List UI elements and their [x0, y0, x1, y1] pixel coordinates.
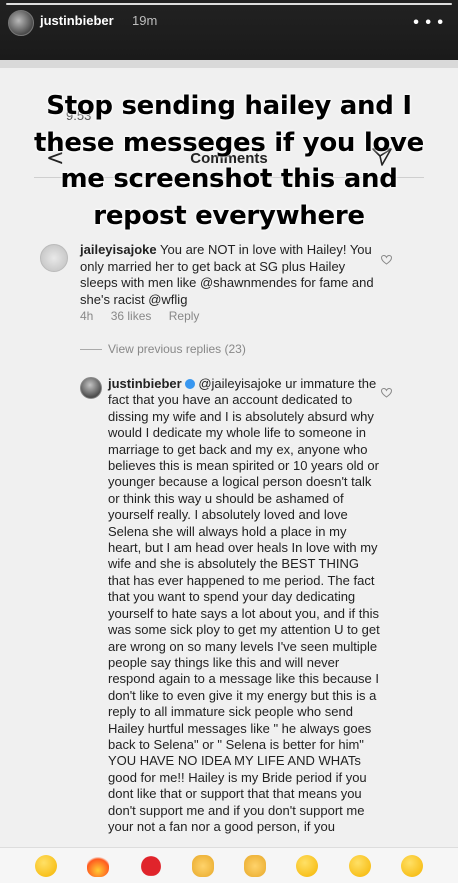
clap-emoji-icon[interactable] [244, 854, 267, 877]
story-timestamp: 19m [132, 13, 158, 28]
screenshot-top-shade [0, 60, 458, 68]
like-heart-icon[interactable] [381, 388, 392, 398]
heart-eyes-emoji-icon[interactable] [348, 854, 371, 877]
commenter-avatar[interactable] [40, 244, 68, 272]
view-previous-replies-link[interactable]: View previous replies (23) [108, 342, 246, 356]
face-emoji-icon[interactable] [35, 854, 58, 877]
divider [80, 349, 102, 350]
crying-face-emoji-icon[interactable] [296, 854, 319, 877]
like-heart-icon[interactable] [381, 255, 392, 265]
emoji-reaction-bar [0, 847, 458, 883]
comment-meta: 4h 36 likes Reply [80, 309, 213, 323]
raised-hands-emoji-icon[interactable] [191, 854, 214, 877]
comment-text: jaileyisajoke You are NOT in love with H… [80, 242, 376, 308]
comment-username[interactable]: jaileyisajoke [80, 242, 157, 257]
more-options-icon[interactable]: • • • [413, 14, 444, 32]
reply-button[interactable]: Reply [169, 309, 200, 323]
story-caption: Stop sending hailey and I these messeges… [33, 91, 425, 231]
reply-username[interactable]: justinbieber [108, 376, 182, 391]
comment-age: 4h [80, 309, 94, 323]
tears-of-joy-emoji-icon[interactable] [400, 854, 423, 877]
reply-avatar[interactable] [80, 377, 102, 399]
reply-text: justinbieber @jaileyisajoke ur immature … [108, 376, 380, 835]
reply-body: @jaileyisajoke ur immature the fact that… [108, 376, 380, 834]
story-username[interactable]: justinbieber [40, 13, 114, 28]
story-header: justinbieber 19m • • • [0, 0, 458, 60]
fire-emoji-icon[interactable] [87, 854, 110, 877]
avatar[interactable] [8, 10, 34, 36]
heart-emoji-icon[interactable] [140, 855, 161, 876]
comment-likes[interactable]: 36 likes [111, 309, 152, 323]
verified-badge-icon [185, 379, 196, 389]
story-progress-bar [6, 3, 452, 5]
